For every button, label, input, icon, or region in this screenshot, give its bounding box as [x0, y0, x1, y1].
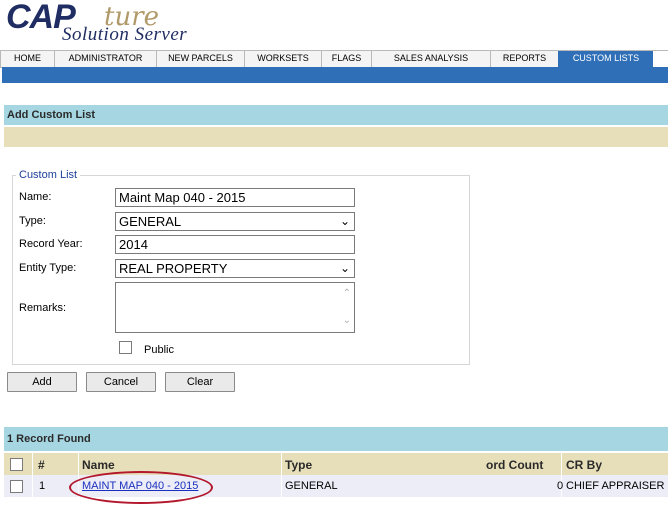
record-year-label: Record Year: [19, 238, 83, 250]
row-num: 1 [39, 480, 46, 492]
scroll-up-icon[interactable]: ⌃ [343, 289, 351, 299]
chevron-down-icon: ⌄ [339, 261, 350, 275]
cancel-button[interactable]: Cancel [86, 372, 156, 392]
chevron-down-icon: ⌄ [339, 214, 350, 228]
tab-reports[interactable]: REPORTS [490, 51, 559, 68]
main-nav: HOME ADMINISTRATOR NEW PARCELS WORKSETS … [0, 50, 668, 68]
type-label: Type: [19, 215, 46, 227]
row-cr-by: CHIEF APPRAISER [566, 480, 665, 492]
type-select-value: GENERAL [119, 214, 182, 229]
name-field[interactable]: Maint Map 040 - 2015 [115, 188, 355, 207]
annotation-highlight-oval [69, 471, 213, 504]
column-record-count[interactable]: ord Count [486, 458, 543, 472]
tab-home[interactable]: HOME [0, 51, 55, 68]
tab-flags[interactable]: FLAGS [321, 51, 372, 68]
captures-logo: CAP ture Solution Server [6, 0, 246, 46]
nav-sub-bar [2, 67, 668, 83]
tab-sales-analysis[interactable]: SALES ANALYSIS [371, 51, 491, 68]
tab-custom-lists[interactable]: CUSTOM LISTS [558, 51, 654, 68]
nav-spacer [653, 51, 668, 67]
column-divider [281, 453, 282, 497]
add-button[interactable]: Add [7, 372, 77, 392]
tab-new-parcels[interactable]: NEW PARCELS [156, 51, 245, 68]
type-select[interactable]: GENERAL ⌄ [115, 212, 355, 231]
select-all-checkbox[interactable] [10, 458, 23, 471]
name-label: Name: [19, 191, 52, 203]
row-checkbox[interactable] [10, 480, 23, 493]
custom-list-legend: Custom List [16, 169, 81, 181]
clear-button[interactable]: Clear [165, 372, 235, 392]
results-header: 1 Record Found [4, 427, 668, 451]
row-type: GENERAL [285, 480, 338, 492]
entity-type-select-value: REAL PROPERTY [119, 261, 228, 276]
column-cr-by[interactable]: CR By [566, 458, 602, 472]
column-num: # [38, 458, 45, 472]
column-divider [32, 453, 33, 497]
column-type[interactable]: Type [285, 458, 312, 472]
public-checkbox[interactable] [119, 341, 132, 354]
record-year-field[interactable]: 2014 [115, 235, 355, 254]
add-custom-list-toolbar [4, 127, 668, 147]
tab-worksets[interactable]: WORKSETS [244, 51, 322, 68]
tab-administrator[interactable]: ADMINISTRATOR [54, 51, 157, 68]
logo-subtitle: Solution Server [62, 24, 188, 45]
row-record-count: 0 [557, 480, 564, 492]
public-label: Public [144, 344, 174, 356]
entity-type-label: Entity Type: [19, 262, 77, 274]
column-name[interactable]: Name [82, 458, 115, 472]
add-custom-list-header: Add Custom List [4, 105, 668, 125]
entity-type-select[interactable]: REAL PROPERTY ⌄ [115, 259, 355, 278]
scroll-down-icon[interactable]: ⌄ [343, 316, 351, 326]
remarks-textarea[interactable]: ⌃ ⌄ [115, 282, 355, 333]
remarks-label: Remarks: [19, 302, 67, 314]
